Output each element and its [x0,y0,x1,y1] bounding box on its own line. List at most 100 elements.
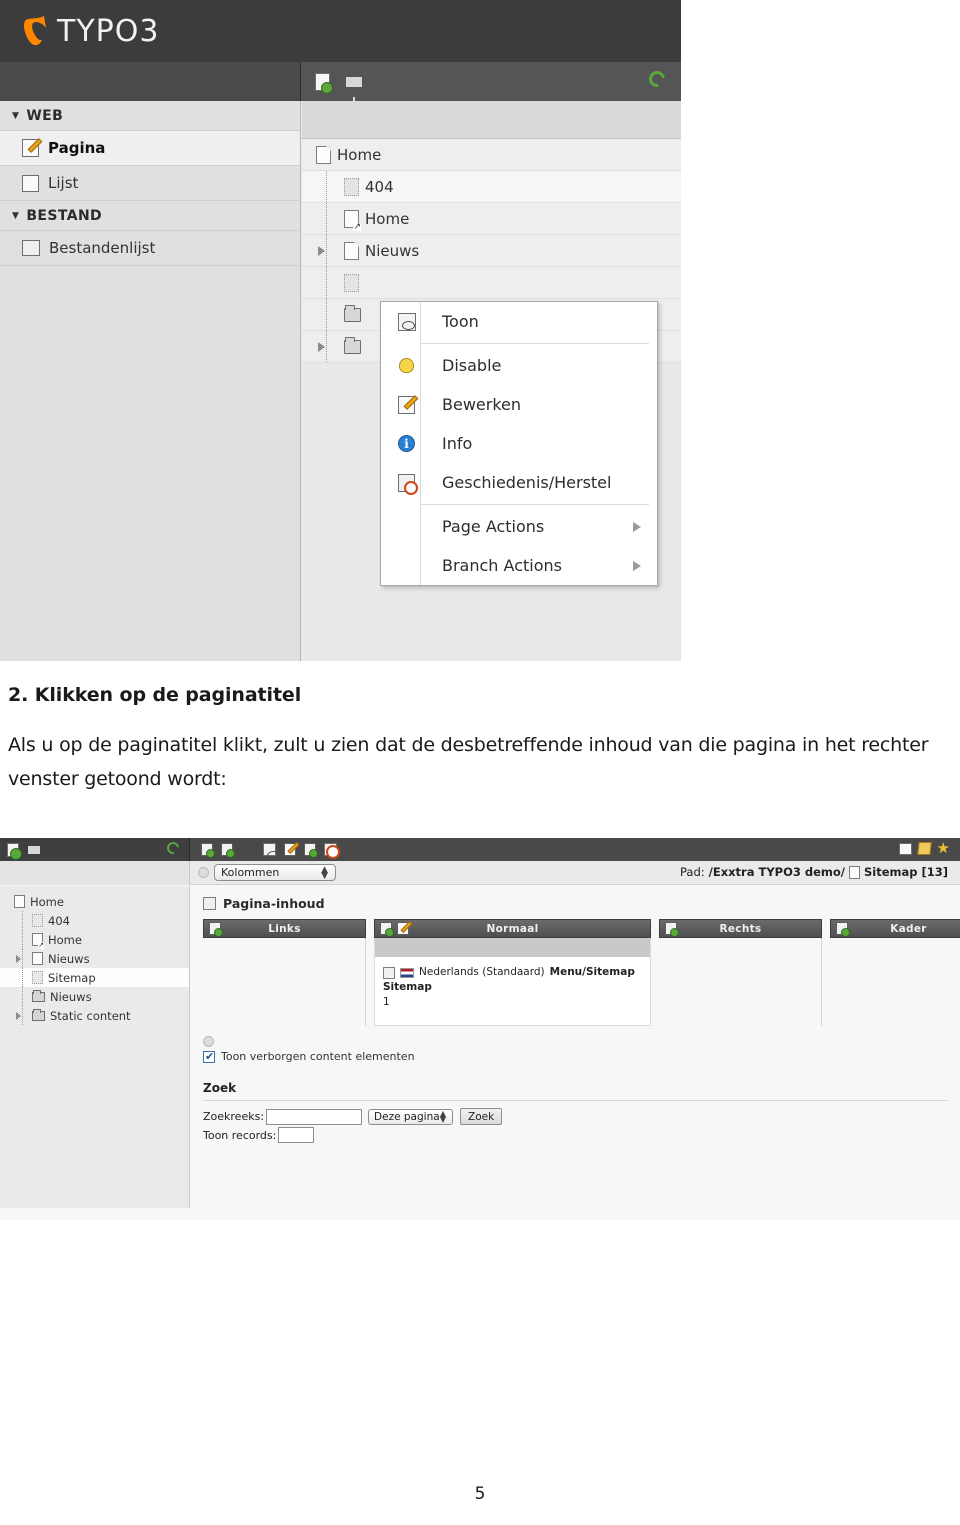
tree-row-nieuws[interactable]: Nieuws [302,235,681,267]
tree-row-nieuws-folder[interactable]: Nieuws [0,987,189,1006]
column-body [203,938,366,1026]
breadcrumb: Pad: /Exxtra TYPO3 demo/ Sitemap [13] [680,865,948,879]
bottom-toolbar-far-right: ★ [898,841,950,856]
column-title: Links [268,922,301,935]
sidebar-item-lijst[interactable]: Lijst [0,166,300,201]
search-button[interactable]: Zoek [460,1108,503,1125]
tree-row-home-root[interactable]: Home [302,139,681,171]
context-menu-item-toon[interactable]: Toon [381,302,657,341]
page-hidden-icon [32,914,43,927]
hidden-elements-toggle[interactable]: Toon verborgen content elementen [203,1050,948,1063]
sitemap-icon [383,966,395,979]
hidden-elements-label: Toon verborgen content elementen [221,1050,415,1063]
expand-arrow-icon[interactable] [318,342,325,352]
page-icon [316,145,331,164]
chevron-updown-icon: ▲ ▼ [321,865,328,881]
edit-pencil-icon[interactable] [284,843,296,856]
folder-icon [344,304,361,322]
search-input[interactable] [266,1108,363,1125]
view-mode-select[interactable]: Kolommen ▲ ▼ [214,864,336,881]
view-icon[interactable] [263,843,280,860]
bookmark-star-icon[interactable]: ★ [937,841,950,856]
column-header: Links [203,919,366,938]
records-input[interactable] [278,1127,315,1143]
path-page: Sitemap [13] [863,865,948,879]
search-scope-select[interactable]: Deze pagina ▲ ▼ [368,1108,454,1125]
column-header: Rechts [659,919,822,938]
new-page-icon[interactable] [7,842,22,860]
expand-arrow-icon[interactable] [16,955,21,963]
page-number: 5 [474,1484,486,1504]
context-menu-item-disable[interactable]: Disable [381,346,657,385]
context-menu-item-label: Branch Actions [442,556,562,575]
chevron-right-icon [633,561,641,571]
sidebar-group-web[interactable]: ▼ WEB [0,101,300,131]
tree-row-label: Sitemap [48,970,96,985]
page-content-area: Pagina-inhoud Links Normaal Nederlands (… [191,886,960,1208]
brand-bar: TYPO3 [0,0,681,62]
new-record-icon[interactable] [221,843,235,858]
clipboard-icon[interactable] [916,842,932,855]
context-menu-item-branch-actions[interactable]: Branch Actions [381,546,657,585]
bottom-toolbar-right: ★ [191,838,960,861]
refresh-icon[interactable] [645,67,669,91]
context-menu-item-label: Bewerken [442,395,522,414]
context-menu-item-info[interactable]: i Info [381,424,657,463]
context-menu-item-label: Disable [442,356,502,375]
view-icon [393,312,420,331]
tree-row-home-shortcut[interactable]: Home [0,930,189,949]
tree-row-static-content[interactable]: Static content [0,1006,189,1025]
column-title: Rechts [719,922,762,935]
help-icon[interactable] [203,1036,214,1047]
tree-row-nieuws[interactable]: Nieuws [0,949,189,968]
screenshot-bottom-typo3-page-module: ★ Kolommen ▲ ▼ Pad: /Exxtra TYPO3 demo/ S… [0,838,960,1220]
context-menu-item-bewerken[interactable]: Bewerken [381,385,657,424]
sidebar-group-bestand[interactable]: ▼ BESTAND [0,201,300,231]
new-page-icon[interactable] [315,72,333,94]
expand-arrow-icon[interactable] [318,246,325,256]
tree-row-sitemap[interactable]: Sitemap [0,968,189,987]
expand-arrow-icon[interactable] [16,1012,21,1020]
tree-row-home-root[interactable]: Home [0,892,189,911]
page-hidden-icon [344,273,359,292]
context-menu-item-geschiedenis[interactable]: Geschiedenis/Herstel [381,463,657,502]
page-icon [344,241,359,260]
column-body [659,938,822,1026]
path-root: /Exxtra TYPO3 demo/ [708,865,845,879]
sidebar-item-label: Bestandenlijst [49,239,156,257]
context-menu[interactable]: Toon Disable Bewerken i Info Geschiedeni… [380,301,658,586]
tree-row-sitemap-hidden[interactable] [302,267,681,299]
divider [203,1100,948,1101]
page-hidden-icon [344,177,359,196]
new-page-icon[interactable] [201,843,215,858]
record-type: Menu/Sitemap [549,966,635,978]
module-sidebar: ▼ WEB Pagina Lijst ▼ BESTAND Bestandenli… [0,101,301,661]
refresh-icon[interactable] [164,839,182,857]
filter-icon[interactable] [28,845,40,872]
sidebar-item-bestandenlijst[interactable]: Bestandenlijst [0,231,300,266]
list-view-icon[interactable] [898,842,912,855]
help-icon[interactable] [198,867,209,878]
content-record[interactable]: Nederlands (Standaard) Menu/Sitemap Site… [375,957,650,1020]
brand-name: TYPO3 [57,13,160,49]
move-page-icon[interactable] [304,843,318,858]
tree-row-label: Nieuws [48,951,90,966]
search-scope-value: Deze pagina [374,1110,440,1123]
sidebar-item-pagina[interactable]: Pagina [0,131,300,166]
chevron-updown-icon: ▲ ▼ [439,1108,447,1124]
context-menu-item-label: Toon [442,312,479,331]
folder-icon [32,989,45,1002]
checkbox[interactable] [203,1050,215,1063]
history-icon[interactable] [324,843,340,859]
column-header: Kader [830,919,960,938]
record-language: Nederlands (Standaard) [419,966,545,978]
folder-icon [32,1008,45,1021]
filter-icon[interactable] [346,76,362,105]
screenshot-top-typo3-backend: TYPO3 ▼ WEB Pagina Lijst ▼ BESTAND Besta… [0,0,681,661]
tree-row-404[interactable]: 404 [302,171,681,203]
tree-row-404[interactable]: 404 [0,911,189,930]
tree-row-home-shortcut[interactable]: Home [302,203,681,235]
bottom-page-tree: Home 404 Home Nieuws Sitemap Nieuws [0,886,190,1208]
context-menu-item-page-actions[interactable]: Page Actions [381,507,657,546]
content-column-kader: Kader [830,919,960,1026]
